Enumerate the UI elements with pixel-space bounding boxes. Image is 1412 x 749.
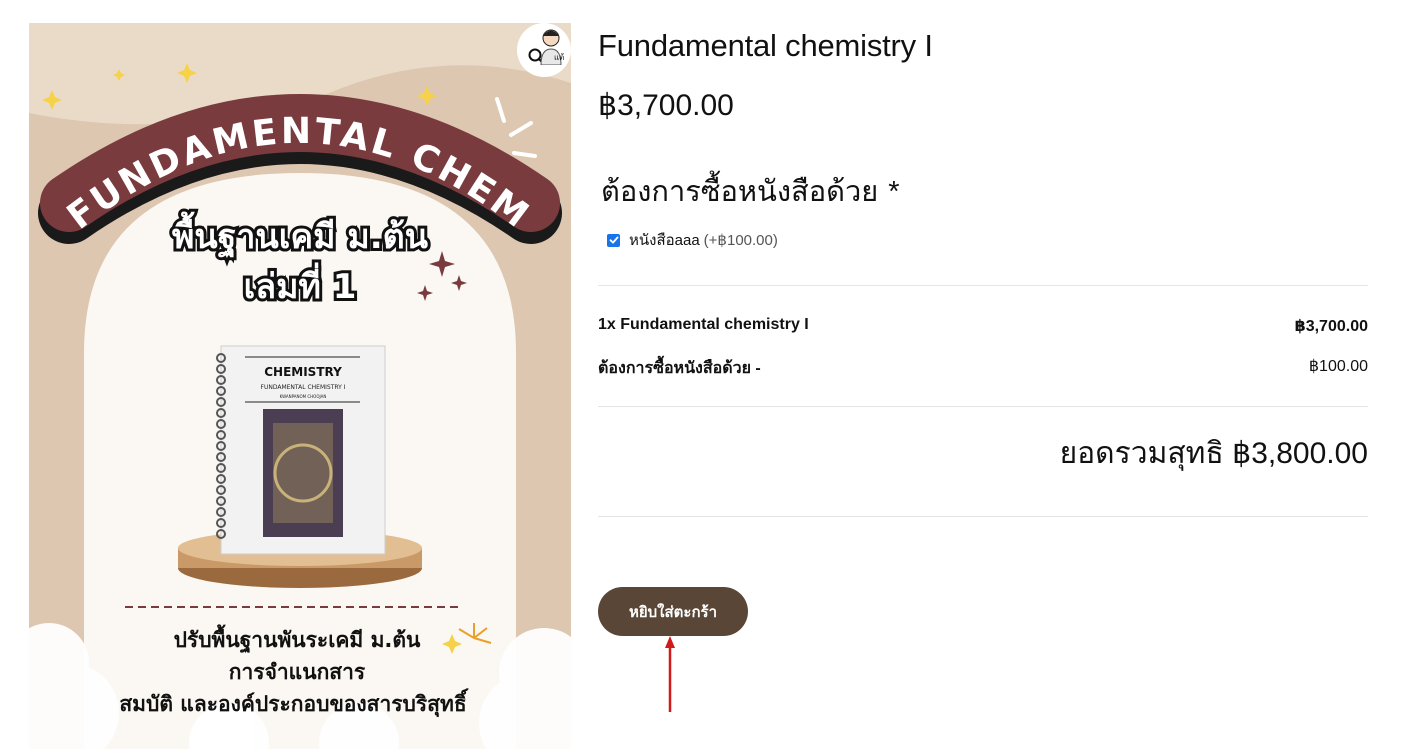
add-to-cart-button[interactable]: หยิบใส่ตะกร้า bbox=[598, 587, 748, 636]
summary-row-value: ฿3,700.00 bbox=[1294, 318, 1368, 335]
image-thai-title: พื้นฐานเคมี ม.ต้น bbox=[172, 211, 428, 259]
divider bbox=[598, 285, 1368, 286]
check-icon bbox=[609, 236, 618, 244]
total-label: ยอดรวมสุทธิ bbox=[1059, 437, 1224, 470]
product-title: Fundamental chemistry I bbox=[598, 28, 933, 63]
arrow-annotation bbox=[665, 636, 675, 712]
topic-line-2: การจำแนกสาร bbox=[229, 660, 366, 684]
summary-row: 1x Fundamental chemistry I ฿3,700.00 bbox=[598, 316, 1368, 336]
book-title: CHEMISTRY bbox=[264, 365, 342, 379]
summary-row-label: 1x Fundamental chemistry I bbox=[598, 316, 809, 333]
divider bbox=[598, 516, 1368, 517]
summary-row: ต้องการซื้อหนังสือด้วย - ฿100.00 bbox=[598, 356, 1368, 381]
total-value: ฿3,800.00 bbox=[1232, 437, 1368, 470]
summary-row-label: ต้องการซื้อหนังสือด้วย - bbox=[598, 360, 761, 377]
required-mark: * bbox=[888, 176, 900, 208]
topic-line-3: สมบัติ และองค์ประกอบของสารบริสุทธิ์ bbox=[119, 688, 468, 718]
avatar: แต้ bbox=[540, 29, 564, 65]
topic-line-1: ปรับพื้นฐานพันระเคมี ม.ต้น bbox=[174, 624, 421, 654]
book-author: KWANPANOM CHOOJAN bbox=[280, 394, 327, 399]
book-subtitle: FUNDAMENTAL CHEMISTRY I bbox=[261, 384, 346, 391]
summary-row-value: ฿100.00 bbox=[1308, 358, 1368, 375]
grand-total: ยอดรวมสุทธิ ฿3,800.00 bbox=[1060, 430, 1368, 477]
image-thai-subtitle: เล่มที่ 1 bbox=[244, 262, 357, 307]
addon-label: ต้องการซื้อหนังสือด้วย * bbox=[601, 168, 900, 214]
addon-checkbox[interactable] bbox=[607, 233, 620, 247]
product-image[interactable]: FUNDAMENTAL CHEM พื้นฐานเคมี ม.ต้น เล่มท… bbox=[29, 23, 571, 749]
avatar-label: แต้ bbox=[554, 53, 564, 62]
addon-option[interactable]: หนังสือaaa (+฿100.00) bbox=[607, 228, 778, 252]
addon-label-text: ต้องการซื้อหนังสือด้วย bbox=[601, 176, 879, 208]
product-price: ฿3,700.00 bbox=[598, 89, 734, 122]
addon-option-price: (+฿100.00) bbox=[703, 232, 778, 249]
addon-option-label: หนังสือaaa bbox=[629, 232, 700, 249]
divider bbox=[598, 406, 1368, 407]
